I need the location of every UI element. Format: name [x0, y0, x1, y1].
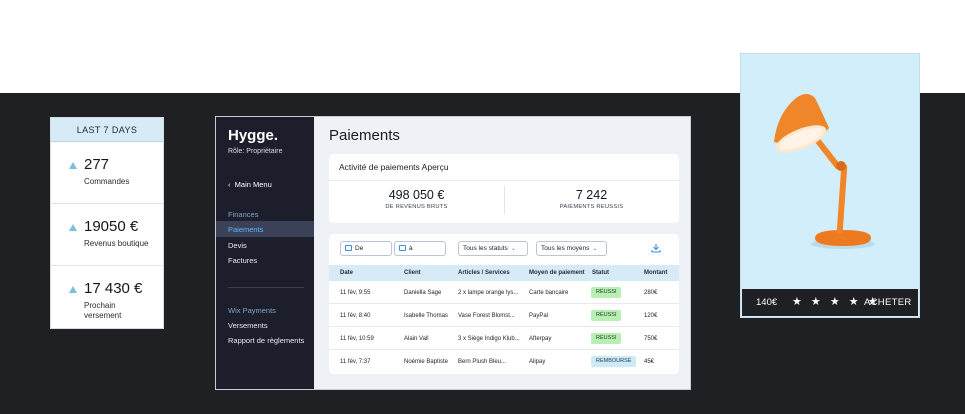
stat-label: Commandes — [84, 177, 130, 186]
status-filter-label: Tous les statuts — [463, 245, 508, 252]
sidebar-item-devis[interactable]: Devis — [228, 241, 247, 250]
cell-client: Daniella Sage — [404, 290, 442, 296]
calendar-icon — [399, 245, 406, 251]
metric-successful-payments: 7 242 PAIEMENTS REUSSIS — [504, 188, 679, 210]
cell-method: Carte bancaire — [529, 290, 569, 296]
chevron-down-icon: ⌄ — [510, 246, 516, 252]
stats-card: LAST 7 DAYS 277 Commandes 19050 € Revenu… — [50, 117, 164, 329]
stat-value: 277 — [84, 156, 110, 173]
column-header[interactable]: Articles / Services — [458, 270, 510, 276]
sidebar-item-versements[interactable]: Versements — [228, 321, 268, 330]
column-header[interactable]: Statut — [592, 270, 609, 276]
chevron-down-icon: ⌄ — [592, 246, 598, 252]
column-header[interactable]: Date — [340, 270, 353, 276]
main-menu-label: Main Menu — [234, 180, 272, 189]
table-row[interactable]: 11 fév, 7:37 Noémie Baptiste Bern Plush … — [329, 351, 679, 373]
cell-date: 11 fév, 9:55 — [340, 290, 371, 296]
metric-value: 7 242 — [575, 188, 608, 202]
column-header[interactable]: Client — [404, 270, 421, 276]
up-arrow-icon — [69, 224, 77, 231]
stat-label: Prochain versement — [84, 301, 122, 320]
product-price: 140€ — [756, 297, 778, 308]
cell-client: Isabelle Thomas — [404, 313, 448, 319]
table-row[interactable]: 11 fév, 10:59 Alain Vall 3 x Siège Indig… — [329, 328, 679, 350]
user-role: Rôle: Propriétaire — [228, 148, 283, 155]
status-badge: REMBOURSÉ — [591, 356, 637, 367]
table-header: Date Client Articles / Services Moyen de… — [329, 265, 679, 281]
stat-value: 17 430 € — [84, 280, 143, 297]
cell-amount: 120€ — [644, 313, 658, 319]
brand-logo: Hygge. — [228, 127, 279, 144]
method-filter-dropdown[interactable]: Tous les moyens ⌄ — [536, 241, 607, 256]
column-header[interactable]: Moyen de paiement — [529, 270, 585, 276]
page-title: Paiements — [329, 127, 400, 144]
payments-dashboard: Hygge. Rôle: Propriétaire ‹ Main Menu Fi… — [215, 116, 691, 390]
main-menu-link[interactable]: ‹ Main Menu — [228, 180, 272, 189]
method-filter-label: Tous les moyens — [541, 245, 590, 252]
stats-card-header: LAST 7 DAYS — [51, 118, 163, 142]
date-to-field[interactable]: à — [394, 241, 446, 256]
stat-value: 19050 € — [84, 218, 139, 235]
stat-store-revenue: 19050 € Revenus boutique — [51, 204, 163, 266]
download-icon[interactable] — [651, 244, 661, 253]
cell-date: 11 fév, 8:40 — [340, 313, 371, 319]
sidebar-item-factures[interactable]: Factures — [228, 256, 257, 265]
date-from-label: De — [355, 245, 364, 252]
table-row[interactable]: 11 fév, 8:40 Isabelle Thomas Vase Forest… — [329, 305, 679, 327]
cell-date: 11 fév, 10:59 — [340, 336, 374, 342]
payment-overview-card: Activité de paiements Aperçu 498 050 € D… — [329, 154, 679, 223]
status-filter-dropdown[interactable]: Tous les statuts ⌄ — [458, 241, 528, 256]
lamp-image — [774, 94, 875, 249]
status-badge: RÉUSSI — [591, 287, 622, 298]
date-from-field[interactable]: De — [340, 241, 392, 256]
metric-gross-revenue: 498 050 € DE REVENUS BRUTS — [329, 188, 504, 210]
stat-orders: 277 Commandes — [51, 142, 163, 204]
cell-amount: 280€ — [644, 290, 658, 296]
cell-amount: 750€ — [644, 336, 658, 342]
product-card: 140€ ★ ★ ★ ★ ★ ACHETER — [740, 53, 920, 318]
date-to-label: à — [409, 245, 413, 252]
metric-label: DE REVENUS BRUTS — [385, 204, 448, 210]
column-header[interactable]: Montant — [644, 270, 667, 276]
sidebar: Hygge. Rôle: Propriétaire ‹ Main Menu Fi… — [216, 117, 314, 389]
calendar-icon — [345, 245, 352, 251]
metric-label: PAIEMENTS REUSSIS — [559, 204, 624, 210]
up-arrow-icon — [69, 286, 77, 293]
status-badge: RÉUSSI — [591, 333, 622, 344]
sidebar-divider — [228, 287, 304, 288]
divider — [329, 180, 679, 181]
cell-method: Afterpay — [529, 336, 552, 342]
cell-client: Alain Vall — [404, 336, 429, 342]
purchase-bar: 140€ ★ ★ ★ ★ ★ ACHETER — [742, 289, 918, 316]
cell-articles: Bern Plush Bleu... — [458, 359, 507, 365]
main-content: Paiements Activité de paiements Aperçu 4… — [314, 117, 690, 389]
stat-next-payout: 17 430 € Prochain versement — [51, 266, 163, 328]
table-row[interactable]: 11 fév, 9:55 Daniella Sage 2 x lampe ora… — [329, 282, 679, 304]
cell-client: Noémie Baptiste — [404, 359, 449, 365]
cell-articles: Vase Forest Blomst... — [458, 313, 515, 319]
cell-amount: 45€ — [644, 359, 655, 365]
cell-method: PayPal — [529, 313, 549, 319]
sidebar-section-wix-payments: Wix Payments — [228, 306, 276, 315]
payments-table-card: De à Tous les statuts ⌄ Tous les moyens ⌄ … — [329, 234, 679, 374]
stat-label: Revenus boutique — [84, 239, 149, 248]
overview-title: Activité de paiements Aperçu — [339, 162, 449, 172]
sidebar-item-rapport[interactable]: Rapport de règlements — [228, 336, 304, 345]
cell-articles: 3 x Siège Indigo Klub... — [458, 336, 520, 342]
chevron-left-icon: ‹ — [228, 180, 231, 189]
cell-articles: 2 x lampe orange lys... — [458, 290, 519, 296]
sidebar-section-finances: Finances — [228, 210, 259, 219]
buy-button[interactable]: ACHETER — [864, 297, 912, 308]
metric-value: 498 050 € — [388, 188, 445, 202]
cell-method: Alipay — [529, 359, 546, 365]
sidebar-item-paiements[interactable]: Paiements — [228, 225, 263, 234]
status-badge: RÉUSSI — [591, 310, 622, 321]
cell-date: 11 fév, 7:37 — [340, 359, 371, 365]
up-arrow-icon — [69, 162, 77, 169]
